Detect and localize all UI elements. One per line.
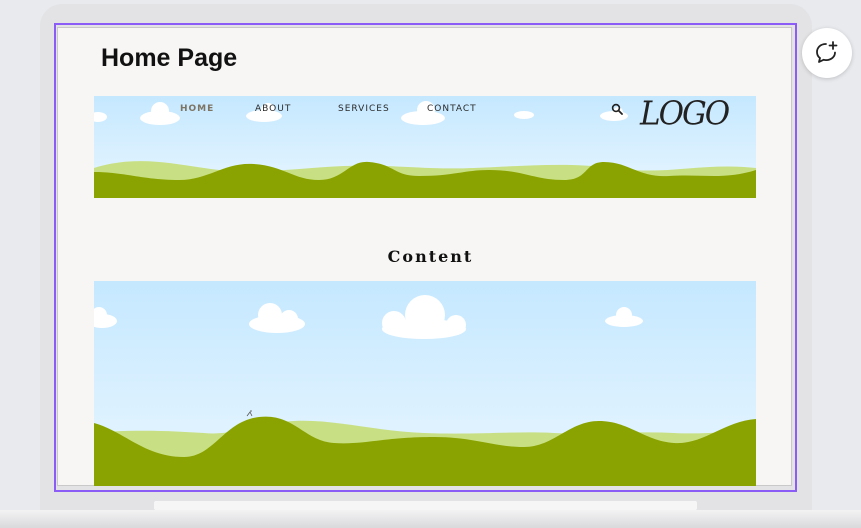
nav-item-about[interactable]: ABOUT — [255, 104, 291, 114]
add-comment-icon — [816, 41, 838, 63]
page-title: Home Page — [101, 44, 238, 72]
laptop-hinge — [154, 501, 697, 510]
add-comment-button[interactable] — [802, 28, 852, 78]
content-heading: Content — [387, 247, 474, 266]
nav-item-contact[interactable]: CONTACT — [427, 104, 477, 114]
nav-item-services[interactable]: SERVICES — [338, 104, 390, 114]
laptop-base — [0, 510, 861, 528]
hero-clouds — [94, 295, 643, 339]
search-icon[interactable] — [611, 103, 623, 115]
hero-image — [94, 281, 756, 486]
hero-landscape — [94, 295, 756, 486]
site-logo[interactable]: LOGO — [640, 95, 730, 133]
nav-item-home[interactable]: HOME — [180, 104, 214, 114]
